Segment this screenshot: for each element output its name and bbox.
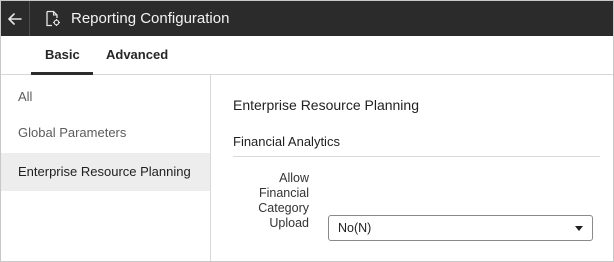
subsection-title: Financial Analytics [233,134,340,149]
sidebar-item-global-parameters[interactable]: Global Parameters [1,123,210,143]
back-button[interactable] [1,1,29,36]
back-arrow-icon [8,12,22,25]
sidebar-item-enterprise-resource-planning[interactable]: Enterprise Resource Planning [1,153,210,191]
tab-bar: Basic Advanced [1,36,613,75]
sidebar-item-all[interactable]: All [1,87,210,107]
allow-financial-category-upload-select[interactable]: No(N) [328,215,593,241]
field-label-line: Upload [269,216,309,230]
tab-basic[interactable]: Basic [45,36,80,74]
app-window: Reporting Configuration Basic Advanced A… [0,0,614,262]
header-divider [29,1,30,36]
field-label-line: Financial [258,186,309,200]
select-value: No(N) [338,221,372,235]
field-label-line: Allow [279,171,309,185]
document-settings-icon [46,10,60,27]
page-title: Reporting Configuration [71,10,230,27]
allow-financial-category-upload-label: Allow Financial Category Upload [240,171,309,231]
sidebar: All Global Parameters Enterprise Resourc… [1,75,211,261]
section-title: Enterprise Resource Planning [233,97,419,113]
main-content: Enterprise Resource Planning Financial A… [212,75,613,261]
field-label-line: Category [258,201,309,215]
subsection-divider [233,156,600,157]
tab-advanced[interactable]: Advanced [106,36,168,74]
app-header: Reporting Configuration [1,1,613,36]
chevron-down-icon [575,226,583,231]
